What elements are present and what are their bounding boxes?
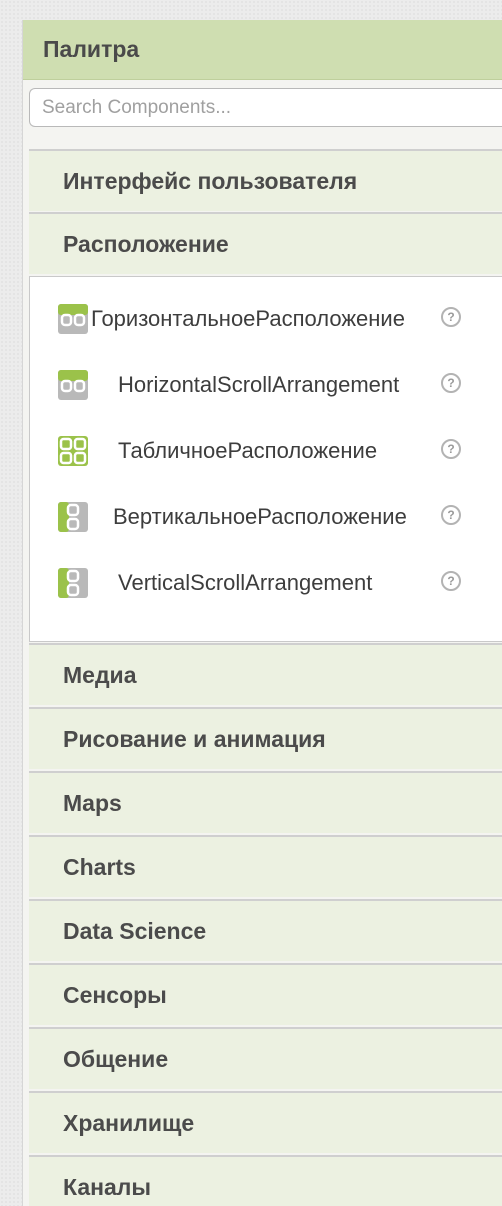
component-label: ГоризонтальноеРасположение <box>91 306 405 331</box>
category-sensors[interactable]: Сенсоры <box>29 963 502 1025</box>
category-user-interface[interactable]: Интерфейс пользователя <box>29 149 502 211</box>
component-horizontal-arrangement[interactable]: ГоризонтальноеРасположение ? <box>30 297 502 341</box>
help-icon[interactable]: ? <box>441 439 461 459</box>
category-social[interactable]: Общение <box>29 1027 502 1089</box>
help-icon[interactable]: ? <box>441 505 461 525</box>
component-label: VerticalScrollArrangement <box>118 570 373 595</box>
table-arrangement-icon <box>58 436 88 466</box>
vertical-scroll-arrangement-icon <box>58 568 88 598</box>
category-layout[interactable]: Расположение <box>29 212 502 274</box>
category-maps[interactable]: Maps <box>29 771 502 833</box>
category-media[interactable]: Медиа <box>29 643 502 705</box>
component-horizontal-scroll-arrangement[interactable]: HorizontalScrollArrangement ? <box>30 363 502 407</box>
component-label: ТабличноеРасположение <box>118 438 378 463</box>
help-icon[interactable]: ? <box>441 373 461 393</box>
layout-components-list: ГоризонтальноеРасположение ? HorizontalS… <box>29 276 502 642</box>
component-vertical-arrangement[interactable]: ВертикальноеРасположение ? <box>30 495 502 539</box>
palette-panel: Палитра Интерфейс пользователя Расположе… <box>22 20 502 1206</box>
category-connectivity[interactable]: Каналы <box>29 1155 502 1206</box>
horizontal-scroll-arrangement-icon <box>58 370 88 400</box>
component-table-arrangement[interactable]: ТабличноеРасположение ? <box>30 429 502 473</box>
help-icon[interactable]: ? <box>441 571 461 591</box>
category-charts[interactable]: Charts <box>29 835 502 897</box>
component-label: HorizontalScrollArrangement <box>118 372 400 397</box>
category-drawing-animation[interactable]: Рисование и анимация <box>29 707 502 769</box>
search-input[interactable] <box>29 88 502 127</box>
search-box <box>29 88 502 127</box>
component-label: ВертикальноеРасположение <box>113 504 407 529</box>
vertical-arrangement-icon <box>58 502 88 532</box>
category-data-science[interactable]: Data Science <box>29 899 502 961</box>
palette-title: Палитра <box>23 20 502 80</box>
help-icon[interactable]: ? <box>441 307 461 327</box>
horizontal-arrangement-icon <box>58 304 88 334</box>
category-storage[interactable]: Хранилище <box>29 1091 502 1153</box>
component-vertical-scroll-arrangement[interactable]: VerticalScrollArrangement ? <box>30 561 502 605</box>
